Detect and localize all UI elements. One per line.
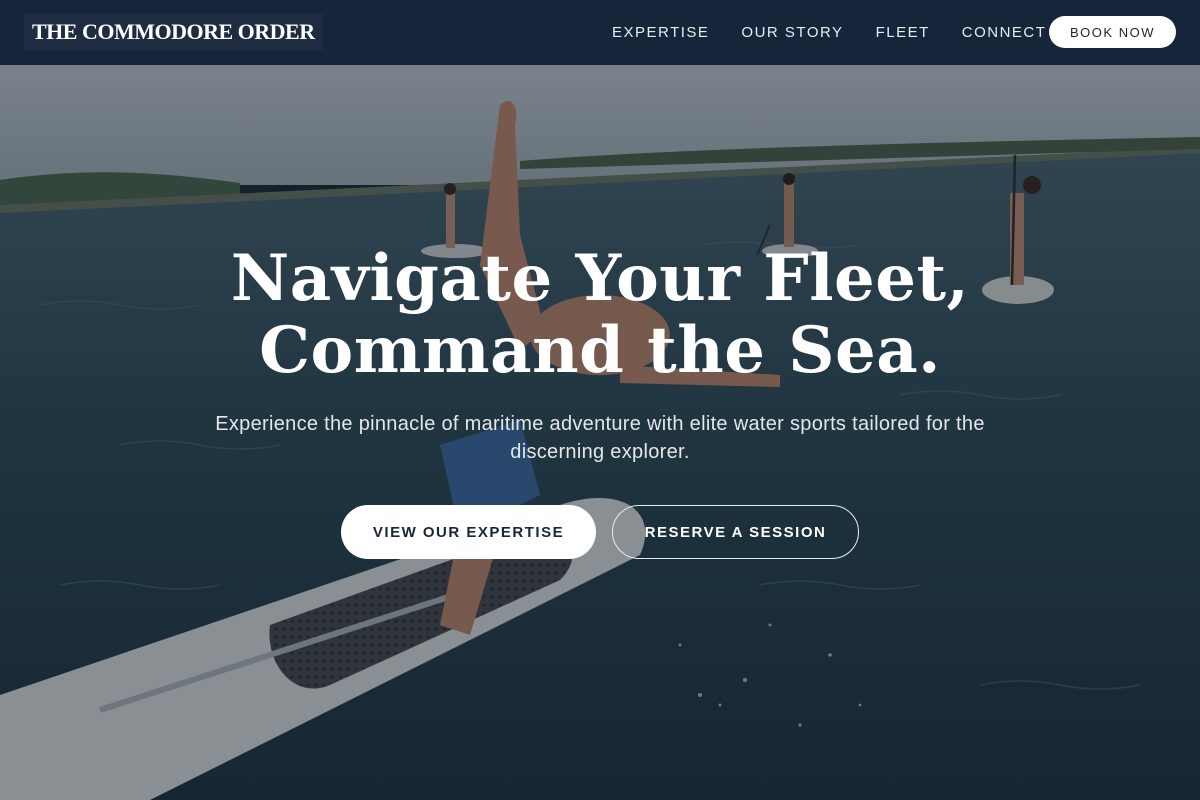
hero-subtitle: Experience the pinnacle of maritime adve…: [215, 413, 985, 463]
hero-title: Navigate Your Fleet, Command the Sea.: [0, 243, 1200, 387]
hero-title-line-1: Navigate Your Fleet,: [230, 241, 970, 316]
hero-title-line-2: Command the Sea.: [259, 313, 941, 388]
reserve-session-button[interactable]: RESERVE A SESSION: [612, 505, 859, 559]
nav-links: EXPERTISE OUR STORY FLEET CONNECT: [612, 0, 1078, 65]
hero-section: Navigate Your Fleet, Command the Sea. Ex…: [0, 65, 1200, 800]
book-now-button[interactable]: BOOK NOW: [1049, 16, 1176, 48]
top-navbar: THE COMMODORE ORDER EXPERTISE OUR STORY …: [0, 0, 1200, 65]
nav-link-expertise[interactable]: EXPERTISE: [612, 24, 709, 41]
view-expertise-button[interactable]: VIEW OUR EXPERTISE: [341, 505, 596, 559]
nav-link-fleet[interactable]: FLEET: [876, 24, 930, 41]
nav-link-connect[interactable]: CONNECT: [962, 24, 1047, 41]
nav-link-our-story[interactable]: OUR STORY: [741, 24, 843, 41]
brand-logo[interactable]: THE COMMODORE ORDER: [24, 14, 323, 50]
